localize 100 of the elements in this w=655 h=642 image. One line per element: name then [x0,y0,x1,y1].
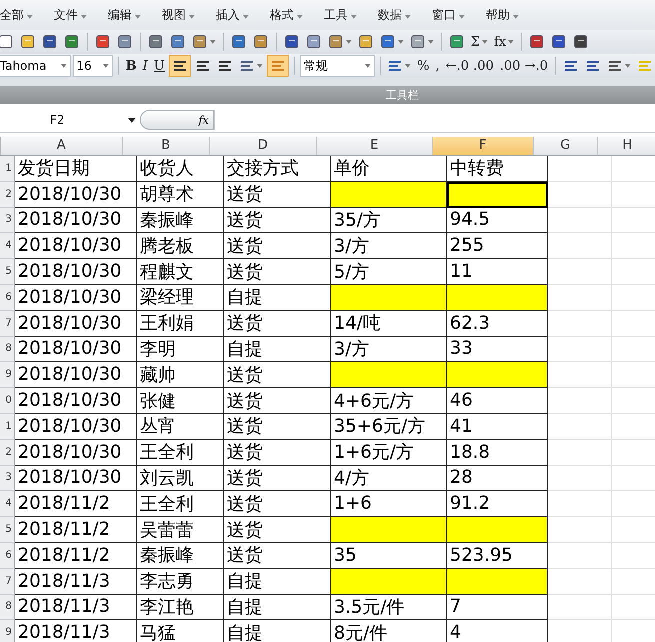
fx-button[interactable]: fx [140,110,214,130]
caret-icon [513,14,519,18]
row-header[interactable]: 6 [0,284,15,311]
table-cell: 2018/11/3 [15,568,137,595]
row-header[interactable]: 9 [0,620,15,642]
caret-icon [405,64,412,68]
toolbar-button[interactable]: Σ [469,31,490,53]
menu-item[interactable]: 视图 [162,6,216,24]
table-cell: 送货 [224,259,331,285]
table-cell: 2018/10/30 [15,208,137,234]
row-header[interactable]: 9 [0,362,15,388]
table-cell: 2018/10/30 [15,284,137,311]
align-left-icon [172,58,188,74]
empty-cell [548,466,612,492]
table-cell: 2018/11/2 [15,491,137,518]
table-cell: 送货 [224,414,331,440]
toolbar-button[interactable]: ←.0 .00 [444,55,496,77]
table-cell: 1+6元/方 [331,440,447,466]
empty-cell [548,491,612,518]
name-box[interactable]: F2 [0,110,140,130]
menu-item[interactable]: 插入 [216,6,270,24]
table-cell: 2018/10/30 [15,466,137,492]
caret-icon [128,118,136,123]
toolbar-button[interactable]: fx [492,31,516,53]
column-header[interactable]: G [534,137,598,155]
dropdown-field[interactable]: 常规 [300,55,374,77]
caret-icon [257,64,263,68]
row-header[interactable]: 4 [0,491,15,518]
menu-item[interactable]: 格式 [270,6,324,24]
table-cell: 秦振峰 [137,208,224,234]
column-header[interactable]: D [210,137,317,155]
toolbar-button[interactable]: U [152,55,167,77]
empty-cell [548,414,612,440]
empty-cell [548,310,612,337]
caret-icon [482,40,488,44]
menu-item[interactable]: 窗口 [432,6,486,24]
row-header[interactable]: 4 [0,233,15,260]
row-header[interactable]: 3 [0,208,15,234]
dropdown-field[interactable]: 16 [72,55,113,77]
caret-icon [60,64,67,68]
table-cell: 28 [447,466,548,492]
caret-icon [81,14,87,18]
toolbar-button[interactable] [169,55,191,77]
table-cell: 张健 [137,388,224,414]
table-cell: 送货 [224,208,331,234]
row-header[interactable]: 0 [0,388,15,414]
row-header[interactable]: 3 [0,466,15,492]
menu-item[interactable]: 全部 [0,6,54,24]
row-header[interactable]: 2 [0,182,15,208]
table-cell: 胡尊术 [137,182,224,208]
column-header[interactable]: H [598,137,655,155]
menu-item[interactable]: 工具 [324,6,378,24]
table-cell: 送货 [224,388,331,414]
table-cell: 2018/10/30 [15,310,137,337]
row-header[interactable]: 1 [0,156,15,182]
caret-icon [398,40,404,44]
empty-cell [548,594,612,620]
menu-item[interactable]: 数据 [378,6,432,24]
dropdown-field[interactable]: Tahoma [0,55,71,77]
table-cell: 李明 [137,336,224,362]
menu-item[interactable]: 编辑 [108,6,162,24]
toolbar-button[interactable]: , [434,55,442,77]
toolbar-button[interactable]: B [124,55,139,77]
toolbar-button[interactable]: I [140,55,150,77]
table-cell: 2018/10/30 [15,336,137,362]
empty-cell [548,542,612,569]
column-header[interactable]: B [123,137,210,155]
table-cell: 刘云凯 [137,466,224,492]
menu-item[interactable]: 文件 [54,6,108,24]
caret-icon [297,14,303,18]
row-header[interactable]: 6 [0,542,15,569]
row-header[interactable]: 2 [0,440,15,466]
column-header[interactable]: F [433,137,534,155]
empty-cell [548,156,612,182]
table-cell: 交接方式 [224,156,331,182]
table-cell: 4 [447,620,548,642]
table-cell: 自提 [224,336,331,362]
row-header[interactable]: 1 [0,414,15,440]
toolbar-button[interactable]: % [415,55,432,77]
table-cell: 7 [447,594,548,620]
table-cell: 腾老板 [137,233,224,260]
table-cell: 2018/10/30 [15,259,137,285]
column-header[interactable]: A [1,137,123,155]
empty-cell [548,259,612,285]
table-cell: 18.8 [447,440,548,466]
row-header[interactable]: 8 [0,336,15,362]
row-header[interactable]: 7 [0,310,15,337]
table-cell: 8元/件 [331,620,447,642]
row-header[interactable]: 5 [0,259,15,285]
row-header[interactable]: 8 [0,594,15,620]
table-cell: 王全利 [137,440,224,466]
table-cell: 2018/10/30 [15,362,137,388]
table-cell: 2018/10/30 [15,414,137,440]
row-header[interactable]: 7 [0,568,15,595]
toolbar-button[interactable]: .00 →.0 [498,55,550,77]
table-cell: 35/方 [331,208,447,234]
table-cell: 发货日期 [15,156,137,182]
row-header[interactable]: 5 [0,517,15,543]
caret-icon [405,14,411,18]
menu-item[interactable]: 帮助 [486,6,540,24]
